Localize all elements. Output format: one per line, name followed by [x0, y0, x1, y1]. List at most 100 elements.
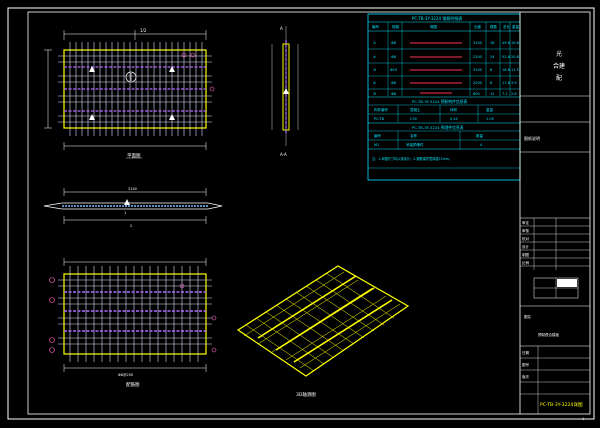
- steel-table-note: 注：1.本图尺寸均以毫米计；2.钢筋保护层厚度15mm。: [372, 156, 452, 161]
- svg-text:名称: 名称: [410, 133, 418, 138]
- sub-table2-header-row: 编号 名称 数量: [374, 133, 484, 138]
- isometric-view: 3D轴测图: [236, 265, 410, 398]
- svg-text:20.8: 20.8: [511, 55, 519, 59]
- section-label: 1: [124, 211, 126, 215]
- svg-text:①: ①: [373, 41, 376, 45]
- section-dim-bottom: 2: [130, 224, 132, 228]
- field-label: 审核: [522, 228, 530, 233]
- svg-text:600: 600: [473, 92, 480, 96]
- rebar-markers: [49, 277, 217, 353]
- svg-text:编号: 编号: [374, 133, 382, 138]
- svg-text:重量: 重量: [486, 107, 494, 112]
- svg-text:④: ④: [373, 81, 376, 85]
- svg-text:PC-TB: PC-TB: [374, 117, 385, 121]
- svg-text:长度: 长度: [474, 24, 482, 29]
- steel-table: PC-TB-3Y-3224 钢筋明细表 编号 规格 简图 长度 根数 总长 重量…: [367, 13, 521, 181]
- sub-table-row: PC-TB C30 0.42 1.05: [374, 117, 494, 121]
- svg-text:编号: 编号: [372, 24, 380, 29]
- rebar-plan: Φ8@200 配筋图: [49, 258, 217, 388]
- svg-text:Φ8: Φ8: [391, 41, 396, 45]
- svg-text:吊装预埋件: 吊装预埋件: [406, 142, 424, 147]
- svg-text:重量: 重量: [512, 24, 520, 29]
- section-dim-top: 3140: [128, 187, 137, 191]
- svg-text:Φ6: Φ6: [391, 81, 396, 85]
- field-label: 审定: [522, 220, 530, 225]
- side-view: A A-A: [271, 26, 299, 157]
- svg-text:1.05: 1.05: [486, 117, 494, 121]
- steel-table-row: ③ Φ10 3100 6 18.6 11.5: [373, 68, 519, 72]
- svg-text:8: 8: [490, 81, 492, 85]
- company-logo-1: 光: [556, 50, 562, 58]
- steel-table-row: ① Φ8 3100 16 49.6 19.6: [373, 41, 519, 45]
- drawing-svg: 1/2 平面图 A A-A 3140 1 2 Φ8@200 配筋图 3D轴测图 …: [7, 7, 595, 421]
- steel-table-title: PC-TB-3Y-3224 钢筋明细表: [412, 15, 462, 21]
- company-logo-2: 合建: [553, 62, 565, 70]
- svg-text:0.42: 0.42: [450, 117, 458, 121]
- drawing-name-label: 图名: [524, 314, 531, 319]
- company-logo-3: 配: [556, 75, 562, 82]
- svg-text:24: 24: [490, 55, 495, 59]
- svg-text:数量: 数量: [476, 133, 484, 138]
- svg-text:根数: 根数: [490, 24, 498, 29]
- title-block: 光 合建 配 图纸说明 审定 审核 校对 设计 制图 比例 图名 预制叠合楼板 …: [519, 12, 590, 421]
- signature-table: 审定 审核 校对 设计 制图 比例: [520, 218, 590, 270]
- drawing-code: PC-TB-3Y-3224详图: [540, 401, 583, 408]
- cad-drawing-canvas: 1/2 平面图 A A-A 3140 1 2 Φ8@200 配筋图 3D轴测图 …: [0, 0, 600, 424]
- svg-text:Φ8: Φ8: [391, 92, 396, 96]
- key-plan-highlight: [557, 279, 577, 287]
- svg-text:3.9: 3.9: [511, 81, 517, 85]
- svg-text:16: 16: [490, 41, 494, 45]
- plan-lifting-points: [89, 66, 175, 120]
- plan-horizontal-rebars: [58, 55, 212, 123]
- sub-table-header-row: 构件编号 混凝土 体积 重量: [374, 107, 494, 112]
- svg-text:6: 6: [490, 68, 492, 72]
- sub-table2-title: PC-TB-3Y-3224 预埋件信息表: [412, 125, 464, 130]
- svg-text:图号: 图号: [522, 362, 530, 367]
- svg-text:⑤: ⑤: [373, 92, 376, 96]
- svg-text:规格: 规格: [392, 24, 400, 29]
- svg-text:3100: 3100: [473, 68, 482, 72]
- steel-table-row: ② Φ8 2200 24 52.8 20.8: [373, 55, 519, 59]
- svg-text:版次: 版次: [522, 374, 530, 379]
- sub-table2-row: M1 吊装预埋件 4: [374, 142, 483, 147]
- plan-view: 1/2 平面图: [44, 28, 215, 159]
- rebar-plan-label: 配筋图: [126, 381, 140, 388]
- field-label: 设计: [522, 244, 530, 249]
- svg-text:11.5: 11.5: [511, 68, 519, 72]
- svg-text:7.2: 7.2: [502, 92, 508, 96]
- svg-text:Φ8: Φ8: [391, 55, 396, 59]
- iso-lattice-girders: [257, 275, 393, 363]
- svg-text:混凝土: 混凝土: [410, 107, 421, 112]
- steel-table-row: ⑤ Φ8 600 12 7.2 2.8: [373, 92, 517, 96]
- svg-text:③: ③: [373, 68, 376, 72]
- svg-text:49.6: 49.6: [502, 41, 510, 45]
- svg-text:M1: M1: [374, 143, 379, 147]
- svg-text:简图: 简图: [430, 24, 438, 29]
- plan-dim-top: 1/2: [140, 28, 147, 33]
- svg-text:Φ10: Φ10: [390, 68, 397, 72]
- svg-text:日期: 日期: [522, 350, 530, 355]
- svg-text:②: ②: [373, 55, 376, 59]
- svg-text:17.6: 17.6: [502, 81, 510, 85]
- drawing-name: 预制叠合楼板: [538, 332, 559, 337]
- section-view: 3140 1 2: [43, 187, 223, 228]
- field-label: 校对: [522, 236, 530, 241]
- iso-view-label: 3D轴测图: [296, 391, 316, 398]
- project-note-label: 图纸说明: [524, 135, 540, 141]
- steel-table-row: ④ Φ6 2200 8 17.6 3.9: [373, 81, 517, 85]
- svg-text:2200: 2200: [473, 55, 482, 59]
- page-number: 1: [582, 417, 584, 421]
- svg-text:52.8: 52.8: [502, 55, 510, 59]
- svg-text:2200: 2200: [473, 81, 482, 85]
- svg-text:构件编号: 构件编号: [374, 107, 388, 112]
- svg-text:2.8: 2.8: [511, 92, 517, 96]
- svg-text:3100: 3100: [473, 41, 482, 45]
- sub-table-title: PC-TB-3Y-3224 预制构件信息表: [412, 99, 468, 104]
- rebar-dim-bottom: Φ8@200: [118, 373, 133, 377]
- rebar-vertical-bars: [69, 266, 199, 362]
- side-axis-a: A: [280, 26, 283, 31]
- rebar-horizontal-bars: [58, 279, 212, 345]
- plan-marker-pink-3: [209, 86, 215, 92]
- field-label: 制图: [522, 252, 530, 257]
- svg-text:4: 4: [480, 143, 483, 147]
